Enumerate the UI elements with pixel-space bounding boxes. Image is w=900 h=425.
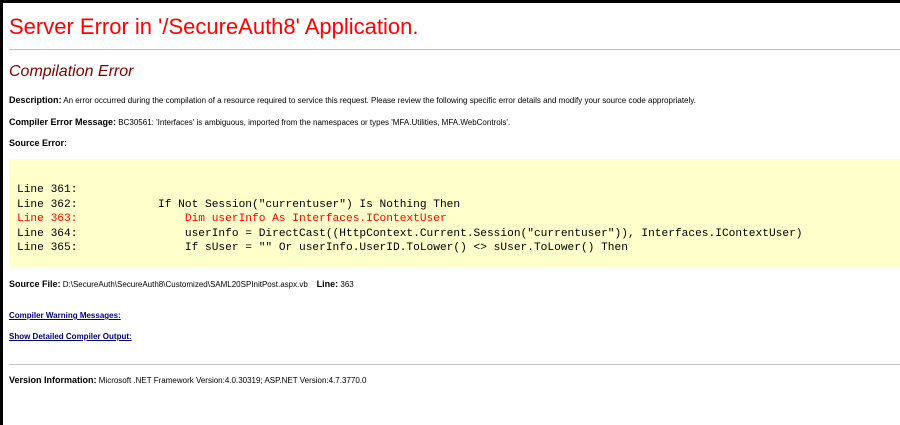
show-detailed-output-link[interactable]: Show Detailed Compiler Output: (9, 332, 132, 341)
footer-divider (9, 364, 900, 365)
code-line: Line 362: If Not Session("currentuser") … (17, 198, 461, 211)
title-divider (9, 49, 900, 50)
version-row: Version Information: Microsoft .NET Fram… (9, 375, 366, 385)
code-line: Line 365: If sUser = "" Or userInfo.User… (17, 242, 628, 255)
compiler-error-text: BC30561: 'Interfaces' is ambiguous, impo… (118, 118, 511, 127)
window-top-border (0, 0, 900, 3)
source-file-row: Source File: D:\SecureAuth\SecureAuth8\C… (9, 279, 354, 289)
source-code: Line 361: Line 362: If Not Session("curr… (17, 183, 803, 256)
window-left-border (0, 0, 3, 425)
code-line-error: Line 363: Dim userInfo As Interfaces.ICo… (17, 213, 447, 226)
source-file-label: Source File: (9, 279, 61, 289)
code-line: Line 361: (17, 184, 78, 196)
page-subtitle: Compilation Error (9, 63, 134, 80)
source-line-label: Line: (316, 279, 339, 289)
source-file-path: D:\SecureAuth\SecureAuth8\Customized\SAM… (62, 280, 308, 289)
description-text: An error occurred during the compilation… (63, 96, 696, 105)
compiler-error-label: Compiler Error Message: (9, 117, 117, 127)
compiler-warnings-link[interactable]: Compiler Warning Messages: (9, 311, 121, 320)
version-text: Microsoft .NET Framework Version:4.0.303… (98, 376, 367, 385)
description-label: Description: (9, 95, 62, 105)
code-line: Line 364: userInfo = DirectCast((HttpCon… (17, 227, 803, 240)
description-row: Description: An error occurred during th… (9, 95, 696, 105)
page-title: Server Error in '/SecureAuth8' Applicati… (9, 14, 419, 39)
version-label: Version Information: (9, 375, 97, 385)
source-error-label: Source Error: (9, 138, 68, 148)
source-error-heading: Source Error: (9, 138, 67, 148)
compiler-error-row: Compiler Error Message: BC30561: 'Interf… (9, 117, 510, 127)
source-line-number: 363 (340, 280, 354, 289)
